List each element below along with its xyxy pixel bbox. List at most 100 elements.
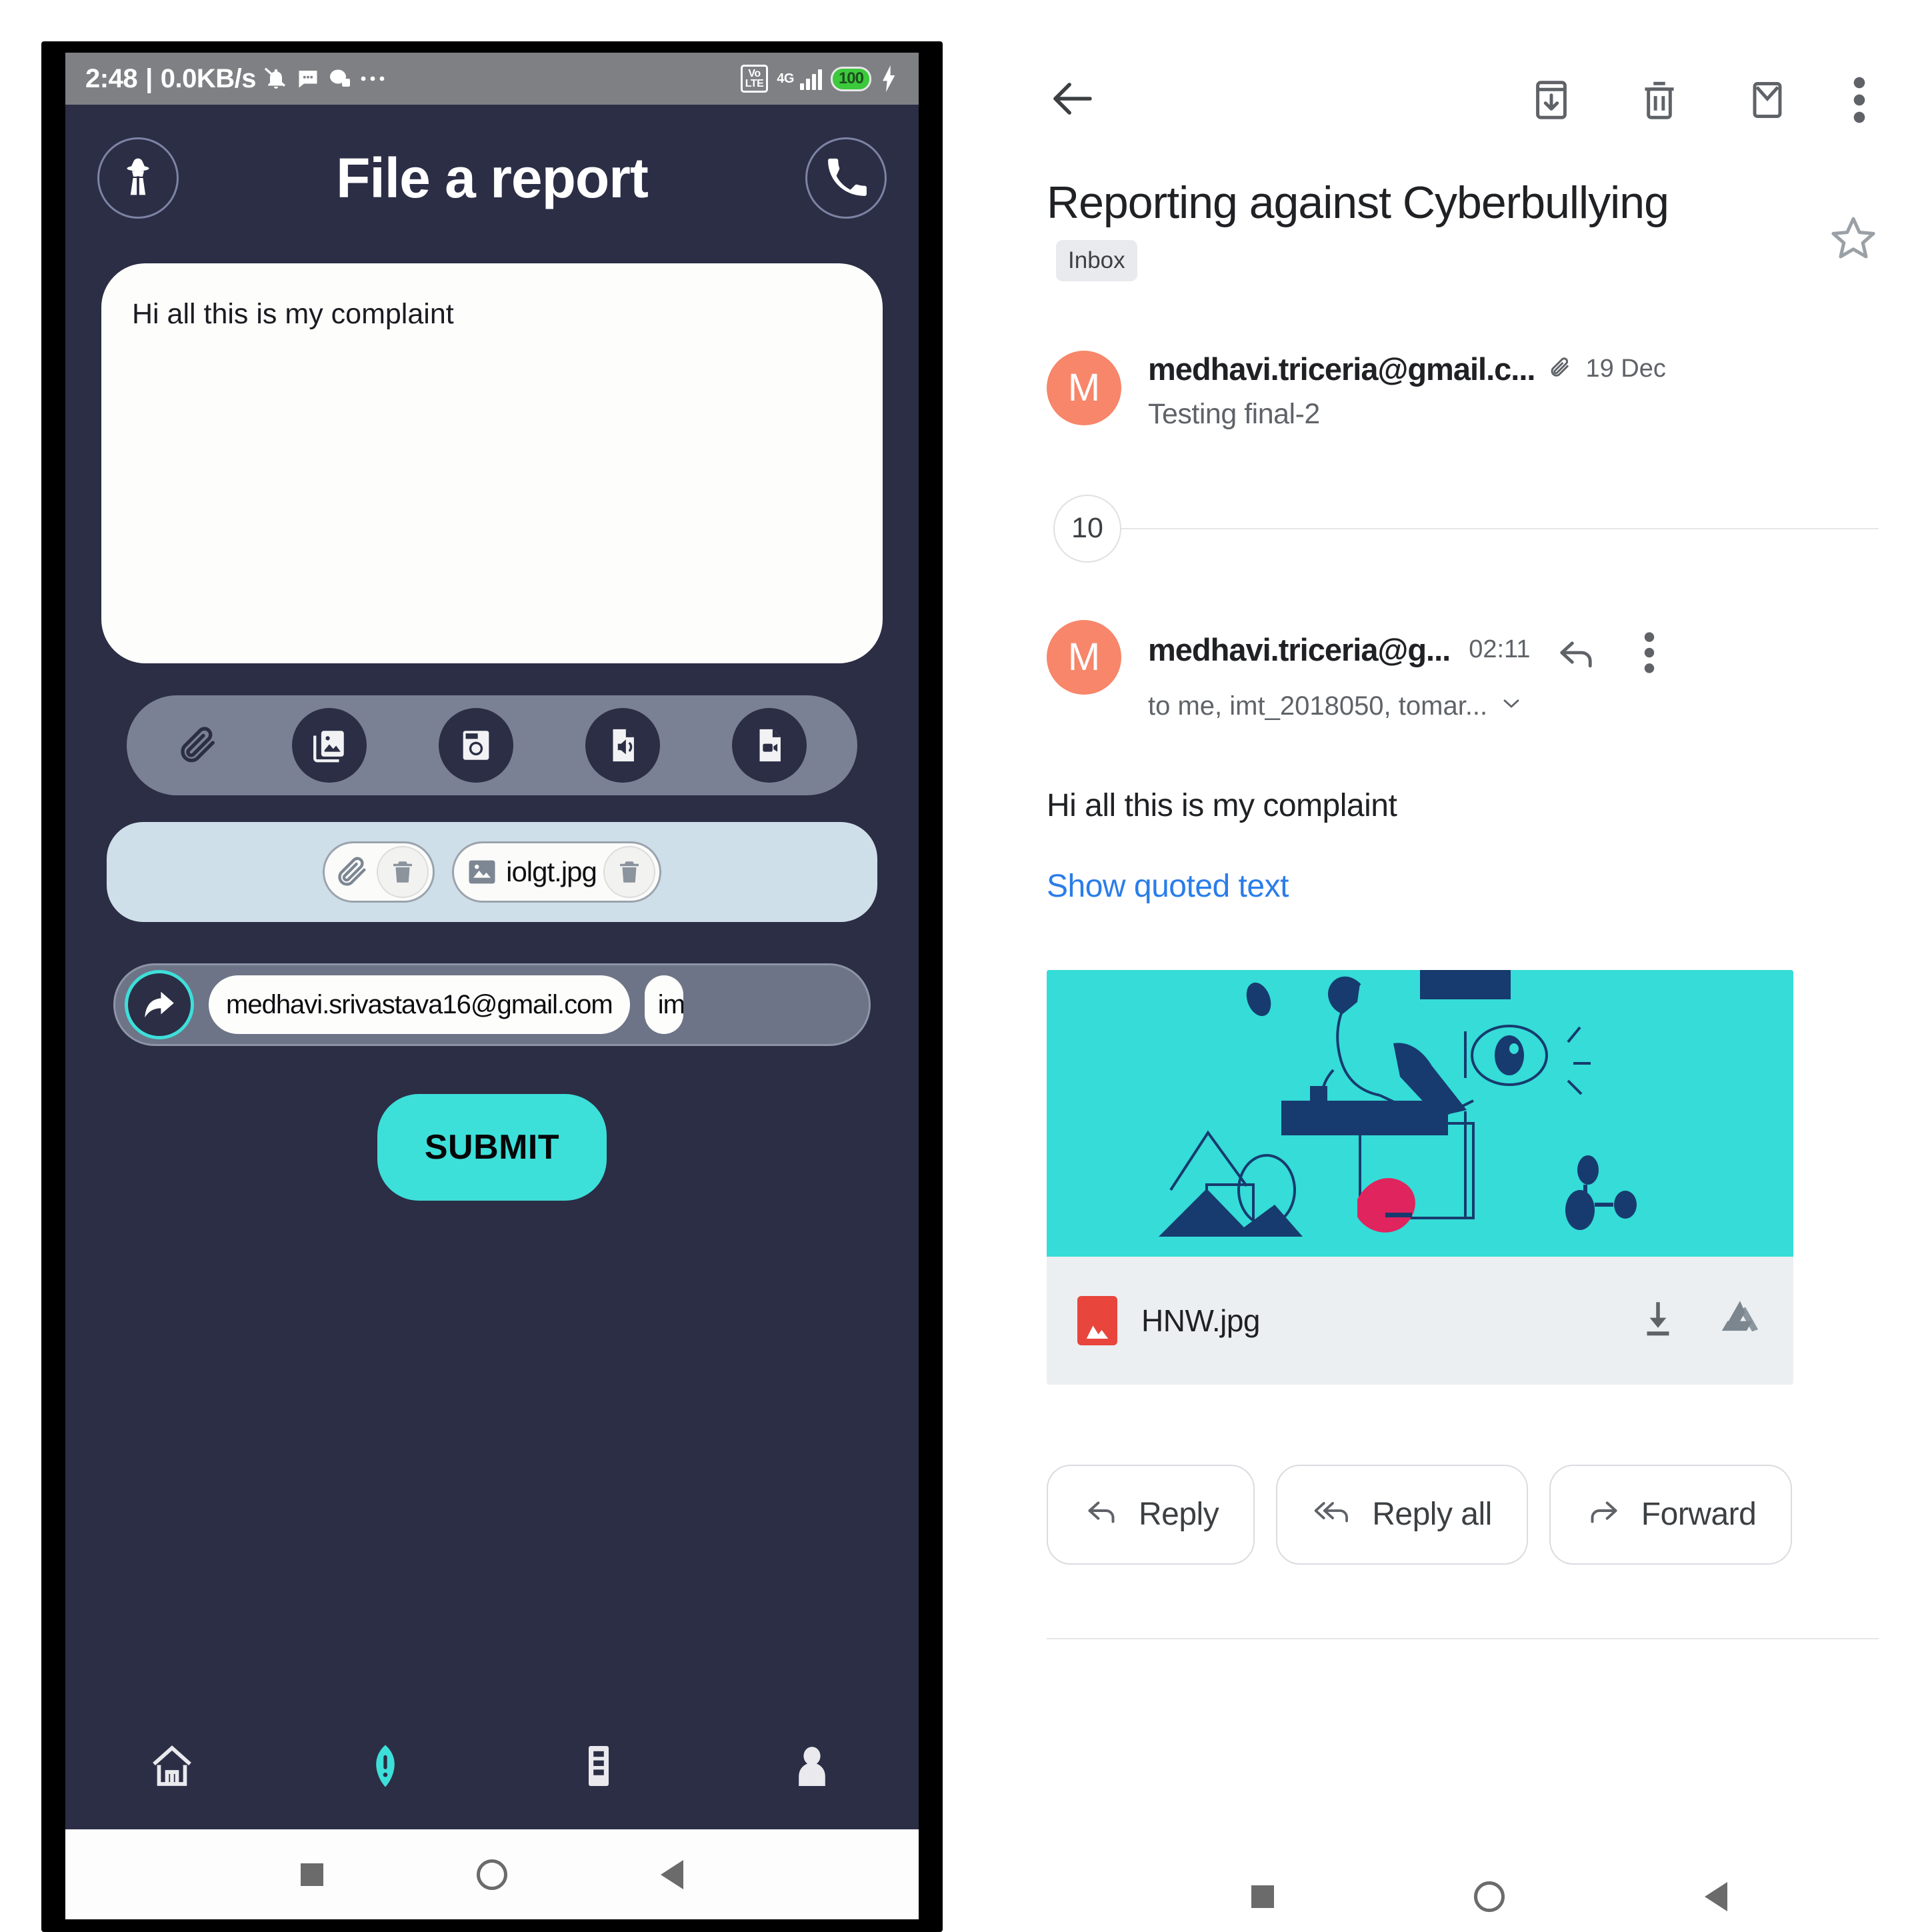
attachment-card[interactable]: HNW.jpg	[1047, 969, 1793, 1385]
mark-unread-envelope-icon[interactable]	[1744, 77, 1791, 123]
divider	[1047, 1637, 1879, 1639]
message-body-text: Hi all this is my complaint	[1047, 787, 1397, 823]
charging-bolt-icon	[880, 65, 899, 92]
recipients-row: medhavi.srivastava16@gmail.com im	[113, 963, 871, 1046]
complaint-textarea[interactable]: Hi all this is my complaint	[101, 263, 883, 663]
email-subject: Reporting against Cyberbullying Inbox	[1047, 173, 1727, 293]
bell-off-icon	[264, 67, 288, 91]
open-message-header: M medhavi.triceria@g... 02:11 to me, imt…	[1047, 619, 1879, 723]
recents-square-icon[interactable]	[1251, 1885, 1274, 1908]
subject-row: Reporting against Cyberbullying Inbox	[1047, 173, 1879, 293]
complaint-text-value: Hi all this is my complaint	[132, 298, 454, 330]
reply-all-button[interactable]: Reply all	[1276, 1464, 1528, 1565]
avatar: M	[1047, 350, 1121, 425]
video-file-icon[interactable]	[732, 708, 807, 783]
reply-button[interactable]: Reply	[1047, 1464, 1255, 1565]
sender-address: medhavi.triceria@gmail.c...	[1148, 351, 1535, 387]
status-separator: |	[145, 63, 153, 93]
nav-profile-button[interactable]	[788, 1742, 836, 1790]
android-navigation-bar	[65, 1829, 919, 1919]
attachment-toolbar	[127, 695, 857, 795]
phone-call-icon[interactable]	[805, 137, 887, 219]
subject-text: Reporting against Cyberbullying	[1047, 177, 1669, 228]
reply-all-arrow-icon	[1312, 1492, 1353, 1537]
bottom-navigation-bar	[65, 1703, 919, 1829]
trash-icon[interactable]	[1636, 77, 1683, 123]
reply-arrow-icon[interactable]	[1553, 630, 1599, 679]
recipients-line[interactable]: to me, imt_2018050, tomar...	[1148, 690, 1879, 723]
recipients-text: to me, imt_2018050, tomar...	[1148, 691, 1488, 721]
avatar: M	[1047, 619, 1121, 695]
attachment-footer: HNW.jpg	[1047, 1257, 1793, 1385]
reply-arrow-icon	[1083, 1492, 1120, 1537]
archive-icon[interactable]	[1528, 77, 1575, 123]
inbox-label-chip: Inbox	[1056, 239, 1137, 281]
attachment-chip[interactable]	[323, 841, 435, 903]
collapsed-messages-row[interactable]: 10	[1047, 494, 1879, 563]
gmail-toolbar	[1047, 0, 1879, 173]
camera-icon[interactable]	[439, 708, 513, 783]
forward-arrow-icon	[1585, 1492, 1623, 1537]
star-outline-icon[interactable]	[1828, 213, 1879, 267]
spy-detective-icon[interactable]	[97, 137, 179, 219]
more-vertical-icon[interactable]	[1643, 629, 1656, 679]
show-quoted-text-link[interactable]: Show quoted text	[1047, 868, 1879, 905]
android-status-bar: 2:48 | 0.0KB/s Vo LTE 4G 100	[65, 53, 919, 105]
message-snippet: Testing final-2	[1148, 397, 1320, 430]
submit-button[interactable]: SUBMIT	[377, 1094, 607, 1201]
recipient-chip[interactable]: medhavi.srivastava16@gmail.com	[209, 975, 630, 1034]
recents-square-icon[interactable]	[301, 1863, 323, 1886]
page-title: File a report	[336, 146, 649, 209]
network-type-label: 4G	[777, 71, 794, 86]
chat-icon	[296, 67, 320, 91]
phone-frame: 2:48 | 0.0KB/s Vo LTE 4G 100 File a repo…	[41, 41, 943, 1932]
reply-all-button-label: Reply all	[1372, 1497, 1492, 1532]
sender-address: medhavi.triceria@g...	[1148, 631, 1451, 667]
back-triangle-icon[interactable]	[1705, 1882, 1727, 1911]
audio-file-icon[interactable]	[585, 708, 660, 783]
attachment-file-name: HNW.jpg	[1141, 1303, 1260, 1338]
nav-home-button[interactable]	[148, 1742, 196, 1790]
google-drive-icon[interactable]	[1717, 1296, 1763, 1345]
message-time: 02:11	[1469, 635, 1531, 663]
download-icon[interactable]	[1636, 1297, 1680, 1344]
home-circle-icon[interactable]	[1474, 1881, 1505, 1912]
forward-button[interactable]: Forward	[1549, 1464, 1793, 1565]
more-vertical-icon[interactable]	[1852, 74, 1867, 126]
back-triangle-icon[interactable]	[661, 1859, 683, 1889]
chevron-down-icon[interactable]	[1498, 690, 1525, 723]
more-dots-icon	[360, 74, 387, 83]
volte-icon: Vo LTE	[740, 65, 769, 93]
divider	[1121, 527, 1879, 529]
image-file-icon	[1077, 1295, 1117, 1345]
battery-level-badge: 100	[830, 66, 871, 91]
gallery-images-icon[interactable]	[292, 708, 367, 783]
paperclip-icon	[1547, 354, 1576, 383]
message-summary-row[interactable]: M medhavi.triceria@gmail.c... 19 Dec Tes…	[1047, 350, 1879, 431]
attachment-preview-image[interactable]	[1047, 969, 1793, 1257]
recipient-chip[interactable]: im	[644, 975, 683, 1034]
collapsed-message-count: 10	[1053, 494, 1121, 563]
trash-icon[interactable]	[377, 846, 429, 898]
attachment-chip[interactable]: iolgt.jpg	[452, 841, 661, 903]
paperclip-icon[interactable]	[177, 724, 220, 767]
trash-icon[interactable]	[603, 846, 655, 898]
paperclip-icon	[338, 857, 366, 886]
phone-screenshot-panel: 2:48 | 0.0KB/s Vo LTE 4G 100 File a repo…	[0, 0, 993, 1932]
back-arrow-icon[interactable]	[1047, 73, 1099, 128]
android-navigation-bar	[1047, 1861, 1932, 1932]
messenger-icon	[328, 67, 352, 91]
message-date: 19 Dec	[1585, 354, 1666, 383]
signal-bars-icon	[799, 67, 822, 90]
forward-button-label: Forward	[1641, 1497, 1757, 1532]
status-time: 2:48	[85, 63, 138, 93]
image-file-icon	[469, 860, 495, 884]
forward-share-icon[interactable]	[125, 970, 194, 1039]
home-circle-icon[interactable]	[477, 1859, 507, 1890]
phone-screen: 2:48 | 0.0KB/s Vo LTE 4G 100 File a repo…	[65, 53, 919, 1919]
gmail-screenshot-panel: Reporting against Cyberbullying Inbox M m…	[993, 0, 1932, 1932]
reply-button-label: Reply	[1139, 1497, 1219, 1532]
status-net-speed: 0.0KB/s	[160, 63, 257, 93]
nav-records-button[interactable]	[575, 1742, 623, 1790]
nav-report-button[interactable]	[361, 1742, 409, 1790]
